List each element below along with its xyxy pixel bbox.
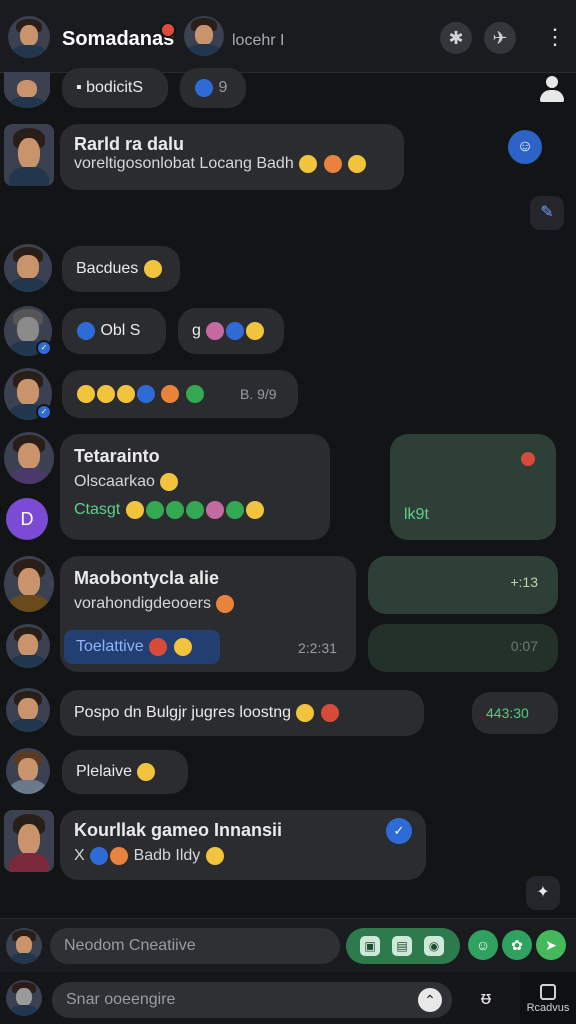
message-text: bodicitS xyxy=(86,79,144,96)
verified-icon: ✓ xyxy=(36,340,52,356)
message-bubble[interactable]: Plelaive xyxy=(62,750,188,794)
message-input[interactable]: Neodom Cneatiive xyxy=(50,928,340,964)
self-avatar[interactable] xyxy=(6,928,42,964)
message-time: 443:30 xyxy=(486,705,529,721)
sender-name: Tetarainto xyxy=(74,446,160,466)
edit-icon[interactable]: ✎ xyxy=(530,196,564,230)
message-bubble-outgoing[interactable]: 0:07 xyxy=(368,624,558,672)
sender-name: Kourllak gameo Innansii xyxy=(74,820,283,840)
avatar[interactable] xyxy=(4,432,54,484)
contact-avatar[interactable] xyxy=(184,16,224,56)
avatar[interactable] xyxy=(4,124,54,186)
send-icon[interactable]: ➤ xyxy=(536,930,566,960)
chat-subtitle: locehr I xyxy=(232,32,285,49)
reaction-count: 9 xyxy=(218,79,228,96)
message-time: +:13 xyxy=(510,574,538,590)
user-avatar[interactable] xyxy=(8,16,50,58)
avatar[interactable] xyxy=(6,624,50,668)
message-bubble[interactable]: Bacdues xyxy=(62,246,180,292)
message-bubble-outgoing[interactable]: 443:30 xyxy=(472,692,558,734)
emoji-icon[interactable]: ☺ xyxy=(468,930,498,960)
reaction-bubble[interactable]: g xyxy=(178,308,284,354)
message-bubble[interactable]: Rarld ra dalu voreltigosonlobat Locang B… xyxy=(60,124,404,190)
self-avatar[interactable] xyxy=(6,980,42,1016)
reaction-icon[interactable]: ☺ xyxy=(508,130,542,164)
tab-label: Rcadvus xyxy=(526,1002,570,1014)
avatar[interactable] xyxy=(6,688,50,732)
avatar[interactable] xyxy=(6,748,50,794)
message-bubble[interactable]: ▪ bodicitS xyxy=(62,68,168,108)
sender-name: Maobontycla alie xyxy=(74,568,220,588)
message-time: 0:07 xyxy=(510,638,538,654)
message-bubble-outgoing[interactable]: lk9t xyxy=(390,434,556,540)
message-text: Ctasgt xyxy=(74,501,316,520)
keyboard-icon[interactable]: ᵿ xyxy=(474,988,498,1012)
search-input[interactable]: Snar ooeengire xyxy=(52,982,452,1018)
message-text: X Badb Ildy xyxy=(74,847,412,865)
verified-icon: ✓ xyxy=(36,404,52,420)
avatar[interactable] xyxy=(4,810,54,872)
sender-name: Rarld ra dalu xyxy=(74,134,185,154)
page-title: Somadanas xyxy=(62,28,175,50)
avatar[interactable] xyxy=(4,72,50,108)
user-silhouette-icon xyxy=(538,76,566,102)
message-bubble[interactable]: Pospo dn Bulgjr jugres loostng xyxy=(60,690,424,736)
attachment-group: ▣ ▤ ◉ xyxy=(346,928,460,964)
message-text: Plelaive xyxy=(76,763,133,780)
avatar[interactable] xyxy=(4,556,54,612)
message-bubble-outgoing[interactable]: +:13 xyxy=(368,556,558,614)
message-bubble[interactable]: Obl S xyxy=(62,308,166,354)
message-text: Pospo dn Bulgjr jugres loostng xyxy=(74,704,292,721)
message-time: 2:2:31 xyxy=(298,640,337,656)
message-text: voreltigosonlobat Locang Badh xyxy=(74,155,390,173)
app-icon xyxy=(540,984,556,1000)
file-icon[interactable]: ▤ xyxy=(392,936,412,956)
avatar[interactable] xyxy=(4,244,52,292)
message-text: Bacdues xyxy=(76,260,139,277)
highlight-tag[interactable]: Toelattive xyxy=(64,630,220,664)
more-options-icon[interactable]: ⋮ xyxy=(544,24,566,50)
camera-icon[interactable]: ◉ xyxy=(424,936,444,956)
message-text: Olscaarkao xyxy=(74,473,316,491)
message-bubble[interactable]: Tetarainto Olscaarkao Ctasgt xyxy=(60,434,330,540)
message-bubble[interactable]: Kourllak gameo Innansii X Badb Ildy xyxy=(60,810,426,880)
rest-tab[interactable]: Rcadvus xyxy=(520,972,576,1024)
message-time: B. 9/9 xyxy=(240,386,277,402)
mic-icon[interactable]: ⌃ xyxy=(418,988,442,1012)
reaction-icon[interactable]: ✓ xyxy=(386,818,412,844)
reaction-bubble[interactable]: 9 xyxy=(180,68,246,108)
plane-icon[interactable]: ✈ xyxy=(484,22,516,54)
message-text: Obl S xyxy=(100,322,141,339)
message-text: lk9t xyxy=(404,506,429,523)
reaction-text: g xyxy=(192,322,201,339)
app-logo-icon[interactable]: D xyxy=(6,498,48,540)
sticker-icon[interactable]: ✿ xyxy=(502,930,532,960)
gallery-icon[interactable]: ▣ xyxy=(360,936,380,956)
sticker-icon[interactable]: ✦ xyxy=(526,876,560,910)
message-text: vorahondigdeooers xyxy=(74,595,342,613)
notification-dot-icon xyxy=(160,22,176,38)
people-icon[interactable]: ✱ xyxy=(440,22,472,54)
chat-header: Somadanas locehr I ✱ ✈ ⋮ xyxy=(0,0,576,73)
